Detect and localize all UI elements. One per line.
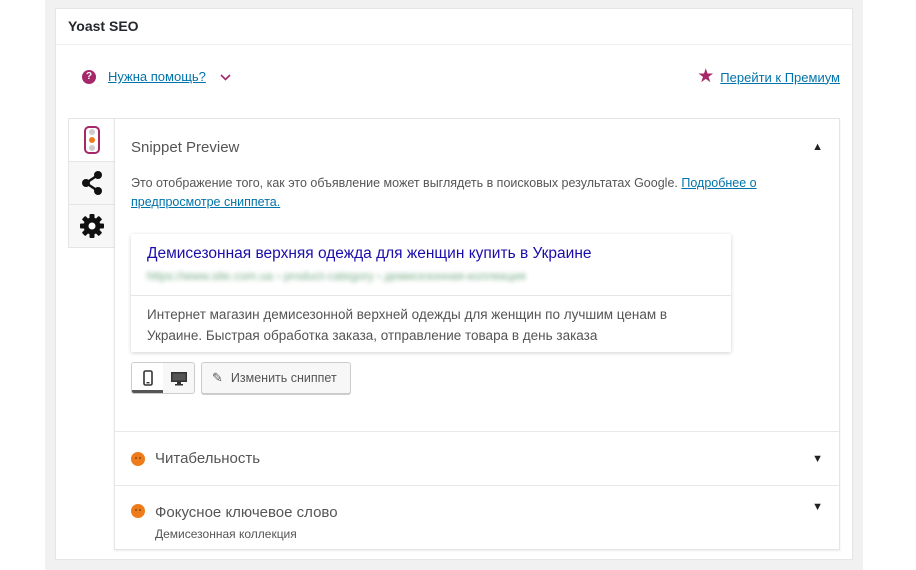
snippet-result-url[interactable]: https://www.site.com.ua › product-catego… [147, 269, 526, 283]
readability-status-icon [131, 452, 145, 466]
desktop-preview-button[interactable] [163, 363, 194, 393]
snippet-result-title[interactable]: Демисезонная верхняя одежда для женщин к… [147, 245, 592, 263]
snippet-result-description[interactable]: Интернет магазин демисезонной верхней од… [147, 304, 717, 346]
section-divider [115, 431, 839, 432]
edit-snippet-label: Изменить сниппет [230, 371, 337, 385]
tab-settings[interactable] [68, 204, 114, 248]
snippet-description-text: Это отображение того, как это объявление… [131, 176, 678, 190]
help-icon[interactable]: ? [82, 69, 96, 84]
collapse-arrow-icon[interactable]: ▲ [812, 141, 823, 153]
help-link[interactable]: Нужна помощь? [108, 69, 206, 84]
expand-arrow-icon[interactable]: ▼ [812, 453, 823, 465]
gear-icon [79, 214, 104, 238]
traffic-light-icon [83, 126, 100, 154]
focus-keyword-title[interactable]: Фокусное ключевое слово [155, 504, 338, 521]
mobile-preview-button[interactable] [132, 363, 163, 393]
snippet-divider [131, 295, 731, 296]
premium-link-group[interactable]: ★ Перейти к Премиум [697, 66, 840, 87]
star-icon: ★ [697, 66, 715, 87]
help-toggle[interactable]: ? Нужна помощь? [82, 69, 231, 84]
snippet-preview-title[interactable]: Snippet Preview [131, 139, 239, 156]
focus-keyword-status-icon [131, 504, 145, 518]
desktop-icon [170, 371, 187, 385]
tab-social[interactable] [68, 161, 114, 205]
edit-snippet-button[interactable]: ✎ Изменить сниппет [201, 362, 351, 394]
section-divider [115, 485, 839, 486]
mobile-icon [142, 370, 153, 386]
google-snippet[interactable]: Демисезонная верхняя одежда для женщин к… [131, 234, 731, 352]
yoast-metabox: Yoast SEO ? Нужна помощь? ★ Перейти к Пр… [55, 8, 853, 560]
help-row: ? Нужна помощь? ★ Перейти к Премиум [82, 66, 840, 89]
pencil-icon: ✎ [212, 370, 223, 385]
metabox-tabs [68, 118, 114, 248]
metabox-title[interactable]: Yoast SEO [56, 9, 852, 45]
expand-arrow-icon[interactable]: ▼ [812, 501, 823, 513]
readability-title[interactable]: Читабельность [155, 450, 260, 467]
premium-link[interactable]: Перейти к Премиум [720, 70, 840, 85]
chevron-down-icon[interactable] [220, 70, 231, 84]
focus-keyword-value: Демисезонная коллекция [155, 527, 297, 541]
snippet-description: Это отображение того, как это объявление… [131, 174, 791, 212]
preview-mode-toggle [131, 362, 195, 394]
analysis-panel: Snippet Preview ▲ Это отображение того, … [114, 118, 840, 550]
share-icon [81, 171, 102, 195]
tab-seo[interactable] [68, 118, 114, 162]
